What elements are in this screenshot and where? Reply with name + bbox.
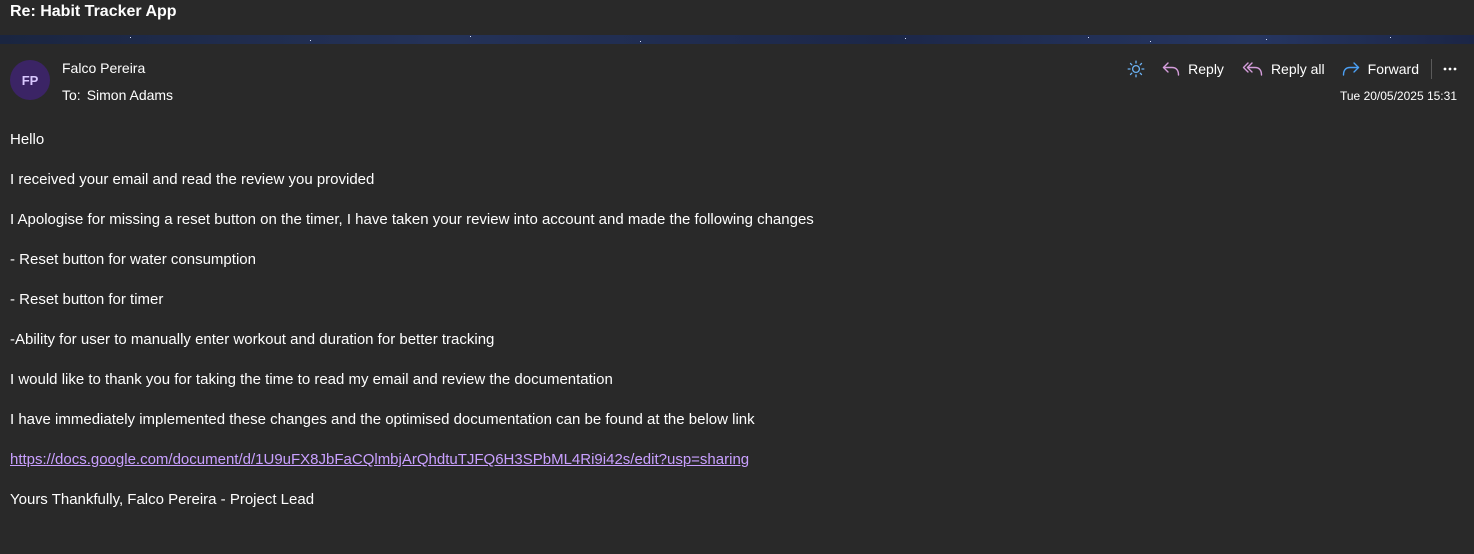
more-icon bbox=[1443, 67, 1457, 71]
subject-bar: Re: Habit Tracker App bbox=[0, 0, 1474, 36]
reply-all-icon bbox=[1242, 62, 1263, 76]
recipient-line: To: Simon Adams bbox=[62, 87, 173, 103]
documentation-link[interactable]: https://docs.google.com/document/d/1U9uF… bbox=[10, 451, 749, 468]
toolbar-divider bbox=[1431, 59, 1432, 79]
sign-off: Yours Thankfully, Falco Pereira - Projec… bbox=[10, 491, 315, 508]
email-body: Hello I received your email and read the… bbox=[10, 130, 1450, 530]
recipient-name[interactable]: Simon Adams bbox=[87, 87, 173, 103]
summarize-button[interactable] bbox=[1127, 60, 1145, 78]
reply-icon bbox=[1162, 62, 1180, 76]
body-line: I received your email and read the revie… bbox=[10, 171, 375, 188]
body-line: I Apologise for missing a reset button o… bbox=[10, 211, 814, 228]
change-item: - Reset button for timer bbox=[10, 291, 164, 308]
sun-icon bbox=[1127, 60, 1145, 78]
greeting: Hello bbox=[10, 131, 45, 148]
reply-all-button[interactable]: Reply all bbox=[1242, 60, 1325, 78]
forward-label: Forward bbox=[1367, 61, 1419, 77]
reply-button[interactable]: Reply bbox=[1161, 60, 1224, 78]
theme-banner bbox=[0, 35, 1474, 44]
body-line: I have immediately implemented these cha… bbox=[10, 411, 755, 428]
sent-date: Tue 20/05/2025 15:31 bbox=[1340, 89, 1457, 103]
sender-name[interactable]: Falco Pereira bbox=[62, 60, 145, 76]
more-actions-button[interactable] bbox=[1442, 61, 1458, 77]
to-label: To: bbox=[62, 87, 81, 103]
body-line: I would like to thank you for taking the… bbox=[10, 371, 613, 388]
reply-label: Reply bbox=[1188, 61, 1224, 77]
change-item: -Ability for user to manually enter work… bbox=[10, 331, 495, 348]
sender-avatar[interactable]: FP bbox=[10, 60, 50, 100]
forward-button[interactable]: Forward bbox=[1341, 60, 1419, 78]
message-actions: Reply Reply all Forward bbox=[1127, 58, 1458, 80]
link-paragraph: https://docs.google.com/document/d/1U9uF… bbox=[10, 450, 1450, 490]
change-item: - Reset button for water consumption bbox=[10, 251, 256, 268]
email-subject: Re: Habit Tracker App bbox=[10, 3, 177, 20]
forward-icon bbox=[1342, 62, 1359, 76]
reply-all-label: Reply all bbox=[1270, 61, 1325, 77]
